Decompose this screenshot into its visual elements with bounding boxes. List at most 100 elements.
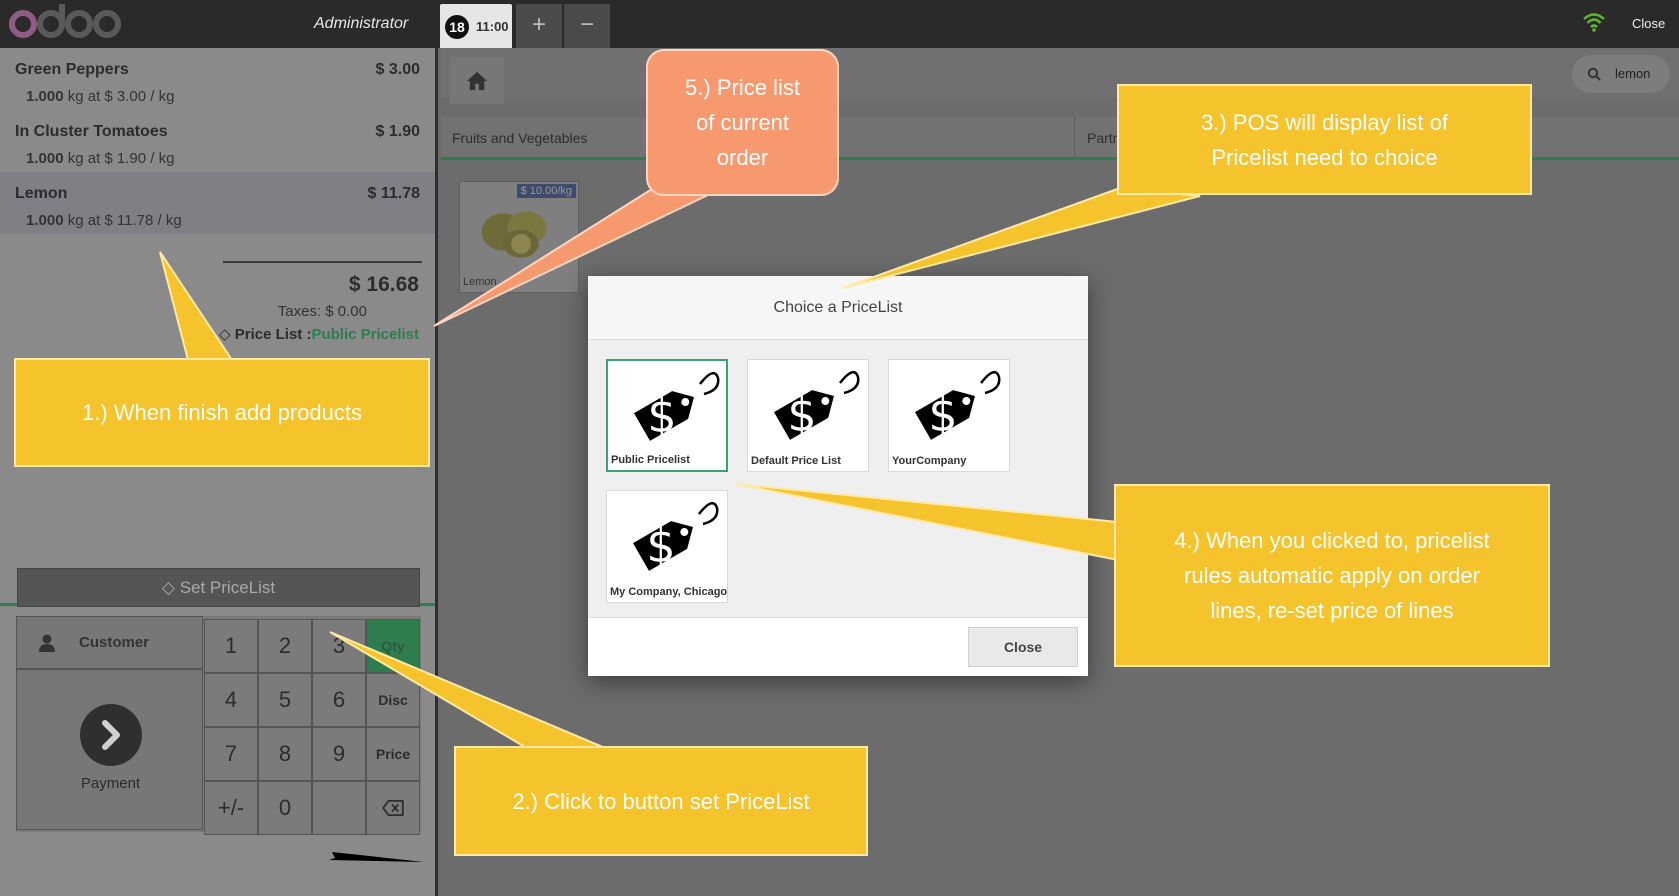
callout-2-text: 2.) Click to button set PriceList [512, 788, 810, 814]
callout-5-line1: 5.) Price list [685, 75, 800, 100]
pricelist-name: Public Pricelist [611, 454, 690, 466]
search-input[interactable]: lemon [1615, 66, 1650, 81]
chevron-right-icon [80, 704, 142, 766]
pricelist-option-public[interactable]: $ Public Pricelist [606, 359, 728, 472]
payment-button[interactable]: Payment [16, 669, 203, 830]
order-line-detail: 1.000 kg at $ 11.78 / kg [26, 212, 182, 229]
search-box[interactable]: lemon [1572, 55, 1670, 93]
order-line-name: In Cluster Tomatoes [15, 123, 168, 140]
user-icon [39, 634, 55, 652]
order-line-selected[interactable]: Lemon $ 11.78 1.000 kg at $ 11.78 / kg [0, 172, 435, 234]
pricelist-value: Public Pricelist [311, 326, 419, 343]
numpad-key-sign[interactable]: +/- [204, 781, 258, 835]
price-tag-icon: $ [633, 501, 719, 573]
callout-5-line2: of current [696, 110, 789, 135]
callout-4-line2: rules automatic apply on order [1184, 563, 1480, 588]
order-line-price: $ 3.00 [375, 61, 420, 78]
numpad: Customer Payment 1 2 3 Qty 4 5 6 Disc 7 … [16, 616, 421, 835]
callout-3-line1: 3.) POS will display list of [1201, 109, 1448, 135]
price-tag-icon: $ [915, 370, 1001, 442]
callout-1: 1.) When finish add products [14, 358, 430, 467]
pricelist-popup: Choice a PriceList $ Public Pricelist $ … [588, 276, 1088, 676]
pricelist-name: YourCompany [892, 455, 967, 467]
order-total: $ 16.68 [348, 273, 419, 296]
customer-button[interactable]: Customer [16, 616, 203, 669]
backspace-icon [382, 800, 404, 816]
pricelist-option-chicago[interactable]: $ My Company, Chicago [606, 490, 728, 603]
pricelist-option-default[interactable]: $ Default Price List [747, 359, 869, 472]
order-line-name: Green Peppers [15, 61, 129, 78]
numpad-key-7[interactable]: 7 [204, 727, 258, 781]
order-line-unit: kg at $ 11.78 / kg [67, 212, 182, 229]
remove-order-button[interactable]: − [564, 4, 610, 48]
callout-4-line1: 4.) When you clicked to, pricelist [1174, 528, 1490, 553]
current-pricelist: ◇ Price List :Public Pricelist [219, 325, 419, 343]
callout-2: 2.) Click to button set PriceList [454, 746, 868, 856]
pricelist-name: My Company, Chicago [610, 586, 728, 598]
callout-4: 4.) When you clicked to, pricelist rules… [1114, 484, 1550, 667]
numpad-key-4[interactable]: 4 [204, 673, 258, 727]
numpad-key-9[interactable]: 9 [312, 727, 366, 781]
numpad-key-6[interactable]: 6 [312, 673, 366, 727]
username: Administrator [314, 15, 409, 32]
order-line[interactable]: Green Peppers $ 3.00 1.000 kg at $ 3.00 … [0, 48, 435, 110]
order-number-badge: 18 [445, 15, 469, 39]
order-line-price: $ 11.78 [367, 185, 421, 202]
total-divider [223, 261, 422, 263]
svg-text:$: $ [928, 388, 957, 442]
payment-label: Payment [80, 775, 141, 792]
product-price-badge: $ 10.00/kg [516, 184, 576, 198]
numpad-key-2[interactable]: 2 [258, 619, 312, 673]
numpad-key-dot[interactable] [312, 781, 366, 835]
order-taxes: Taxes: $ 0.00 [277, 303, 367, 320]
numpad-key-0[interactable]: 0 [258, 781, 312, 835]
callout-5-line3: order [716, 145, 769, 170]
price-tag-icon: $ [774, 370, 860, 442]
set-pricelist-label: Set PriceList [179, 578, 276, 597]
callout-3-line2: Pricelist need to choice [1211, 144, 1438, 170]
order-line-qty: 1.000 [26, 212, 64, 229]
order-line-price: $ 1.90 [375, 123, 420, 140]
pricelist-option-yourcompany[interactable]: $ YourCompany [888, 359, 1010, 472]
order-line-unit: kg at $ 1.90 / kg [67, 150, 175, 167]
lemon-image [481, 211, 547, 258]
close-session-button[interactable]: Close [1632, 16, 1665, 31]
add-order-button[interactable]: + [516, 4, 562, 48]
odoo-logo [9, 4, 121, 38]
mode-price-button[interactable]: Price [366, 727, 420, 781]
order-time: 11:00 [476, 19, 509, 34]
wifi-icon [1583, 13, 1605, 32]
category-partner[interactable]: Partn [1087, 130, 1120, 146]
svg-text:$: $ [787, 388, 816, 442]
callout-1-text: 1.) When finish add products [81, 400, 363, 425]
order-tab[interactable]: 18 11:00 [440, 4, 512, 48]
callout-4-line3: lines, re-set price of lines [1210, 598, 1454, 623]
numpad-key-3[interactable]: 3 [312, 619, 366, 673]
pricelist-name: Default Price List [751, 455, 841, 467]
order-line-unit: kg at $ 3.00 / kg [67, 88, 175, 105]
mode-disc-button[interactable]: Disc [366, 673, 420, 727]
numpad-key-1[interactable]: 1 [204, 619, 258, 673]
category-fruits-vegetables[interactable]: Fruits and Vegetables [452, 130, 587, 146]
search-icon [1587, 67, 1601, 81]
set-pricelist-button[interactable]: ◇ Set PriceList [17, 568, 420, 607]
customer-label: Customer [79, 634, 150, 651]
callout-5: 5.) Price list of current order [646, 49, 839, 196]
mode-qty-button[interactable]: Qty [366, 619, 420, 673]
popup-close-button[interactable]: Close [968, 627, 1078, 667]
tag-icon: ◇ [219, 326, 231, 343]
order-line[interactable]: In Cluster Tomatoes $ 1.90 1.000 kg at $… [0, 110, 435, 172]
svg-text:$: $ [647, 389, 676, 443]
numpad-key-8[interactable]: 8 [258, 727, 312, 781]
order-line-qty: 1.000 [26, 150, 64, 167]
backspace-button[interactable] [366, 781, 420, 835]
numpad-key-5[interactable]: 5 [258, 673, 312, 727]
product-name: Lemon [463, 276, 497, 288]
order-line-detail: 1.000 kg at $ 3.00 / kg [26, 88, 174, 105]
home-button[interactable] [450, 57, 504, 104]
home-icon [467, 71, 487, 91]
product-card[interactable]: $ 10.00/kg Lemon [459, 181, 579, 293]
tag-icon: ◇ [161, 578, 175, 597]
callout-3: 3.) POS will display list of Pricelist n… [1117, 84, 1532, 195]
category-divider [1074, 117, 1075, 157]
